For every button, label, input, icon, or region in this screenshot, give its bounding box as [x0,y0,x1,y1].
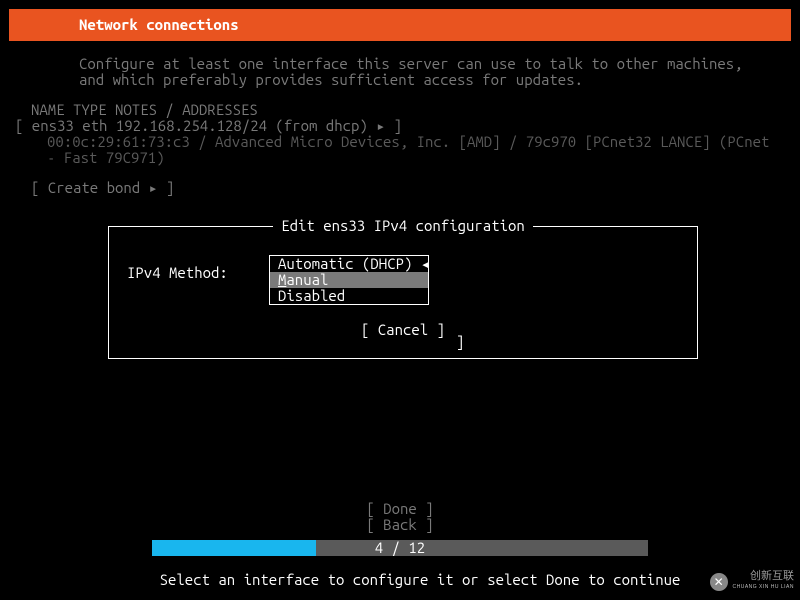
option-disabled[interactable]: Disabled [270,288,428,304]
dialog-title: Edit ens33 IPv4 configuration [273,217,533,234]
intro-line2: and which preferably provides sufficient… [79,72,789,88]
progress-text: 4 / 12 [152,540,648,556]
interface-details-line2: - Fast 79C971) [11,150,789,166]
option-automatic-dhcp[interactable]: Automatic (DHCP) ◂ [270,256,428,272]
page-header: Network connections [9,9,791,41]
watermark: ✕ 创新互联 CHUANG XIN HU LIAN [710,572,794,592]
dialog-title-wrap: Edit ens33 IPv4 configuration [109,218,697,234]
page-title: Network connections [79,16,239,33]
create-bond-label: [ Create bond ▸ ] [31,179,174,196]
interface-details-line1: 00:0c:29:61:73:c3 / Advanced Micro Devic… [11,134,789,150]
ipv4-config-dialog: Edit ens33 IPv4 configuration IPv4 Metho… [108,226,698,359]
help-text: Select an interface to configure it or s… [0,572,800,588]
intro-line1: Configure at least one interface this se… [79,56,789,72]
cancel-label: [ Cancel ] [361,321,445,338]
content-area: Configure at least one interface this se… [11,56,789,196]
ipv4-method-dropdown[interactable]: Automatic (DHCP) ◂ Manual Disabled [269,255,429,305]
cancel-button[interactable]: [ Cancel ] [109,322,697,338]
back-label: [ Back ] [366,516,433,533]
progress-bar: 4 / 12 [152,540,648,556]
create-bond-button[interactable]: [ Create bond ▸ ] [11,180,789,196]
columns-header: NAME TYPE NOTES / ADDRESSES [11,102,789,118]
option-manual-rest: anual [286,271,328,288]
watermark-icon: ✕ [710,573,728,591]
bottom-buttons: [ Done ] [ Back ] [0,501,800,533]
done-label: [ Done ] [366,500,433,517]
ipv4-method-label: IPv4 Method: [127,265,228,281]
option-automatic-label: Automatic (DHCP) ◂ [278,255,430,272]
option-manual[interactable]: Manual [270,272,428,288]
watermark-sub: CHUANG XIN HU LIAN [732,584,794,590]
watermark-text: 创新互联 CHUANG XIN HU LIAN [732,572,794,592]
back-button[interactable]: [ Back ] [0,517,800,533]
watermark-main: 创新互联 [750,570,794,582]
intro-text: Configure at least one interface this se… [11,56,789,88]
option-disabled-label: Disabled [278,287,345,304]
interface-row-ens33[interactable]: [ ens33 eth 192.168.254.128/24 (from dhc… [11,118,789,134]
interface-row-text: [ ens33 eth 192.168.254.128/24 (from dhc… [15,117,402,134]
done-button[interactable]: [ Done ] [0,501,800,517]
